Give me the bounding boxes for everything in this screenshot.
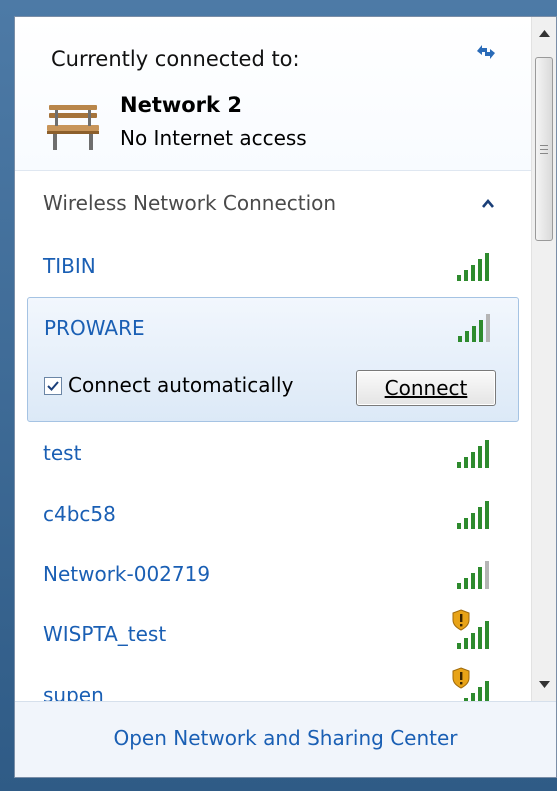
network-item-wispta-test[interactable]: WISPTA_test [27, 605, 517, 665]
network-name-label: Network-002719 [43, 562, 211, 586]
bench-network-icon [47, 105, 99, 150]
network-name-label: test [43, 441, 82, 465]
wireless-section-title: Wireless Network Connection [43, 191, 337, 215]
security-warning-shield-icon [452, 667, 470, 689]
current-network-status: No Internet access [120, 126, 307, 150]
scrollbar-thumb[interactable] [535, 57, 553, 241]
signal-strength-icon [457, 440, 489, 468]
window-frame: Currently connected to: Network 2 No Int… [0, 0, 557, 791]
wireless-section-header[interactable]: Wireless Network Connection [15, 177, 531, 227]
network-item-c4bc58[interactable]: c4bc58 [27, 485, 517, 545]
open-network-sharing-center-link[interactable]: Open Network and Sharing Center [15, 726, 556, 750]
network-name-label: WISPTA_test [43, 622, 167, 646]
scroll-down-arrow-icon[interactable] [539, 681, 550, 689]
network-item-proware[interactable]: PROWARE Connect automatically Connect [27, 297, 519, 422]
network-item-network-002719[interactable]: Network-002719 [27, 545, 517, 605]
currently-connected-label: Currently connected to: [51, 47, 300, 71]
vertical-scrollbar[interactable] [531, 17, 556, 701]
network-name-label: TIBIN [43, 254, 96, 278]
signal-strength-icon [458, 314, 490, 342]
scroll-up-arrow-icon[interactable] [539, 29, 550, 37]
network-name-label: PROWARE [44, 316, 145, 340]
chevron-up-icon[interactable] [481, 197, 495, 209]
network-flyout: Currently connected to: Network 2 No Int… [14, 16, 557, 778]
connect-automatically-label[interactable]: Connect automatically [68, 373, 293, 397]
network-name-label: c4bc58 [43, 502, 116, 526]
signal-strength-icon [457, 253, 489, 281]
connect-button[interactable]: Connect [356, 370, 496, 406]
refresh-icon[interactable] [473, 39, 499, 65]
network-item-test[interactable]: test [27, 424, 517, 484]
security-warning-shield-icon [452, 609, 470, 631]
checkmark-icon [47, 381, 59, 391]
thumb-grip-icon [540, 145, 548, 154]
connect-automatically-checkbox[interactable] [44, 377, 62, 395]
network-list-panel: Currently connected to: Network 2 No Int… [15, 17, 531, 709]
current-network-name: Network 2 [120, 93, 242, 117]
signal-strength-icon [457, 561, 489, 589]
network-item-tibin[interactable]: TIBIN [27, 237, 517, 297]
flyout-footer: Open Network and Sharing Center [15, 701, 556, 777]
signal-strength-icon [457, 501, 489, 529]
current-connection-section: Currently connected to: Network 2 No Int… [15, 17, 531, 171]
